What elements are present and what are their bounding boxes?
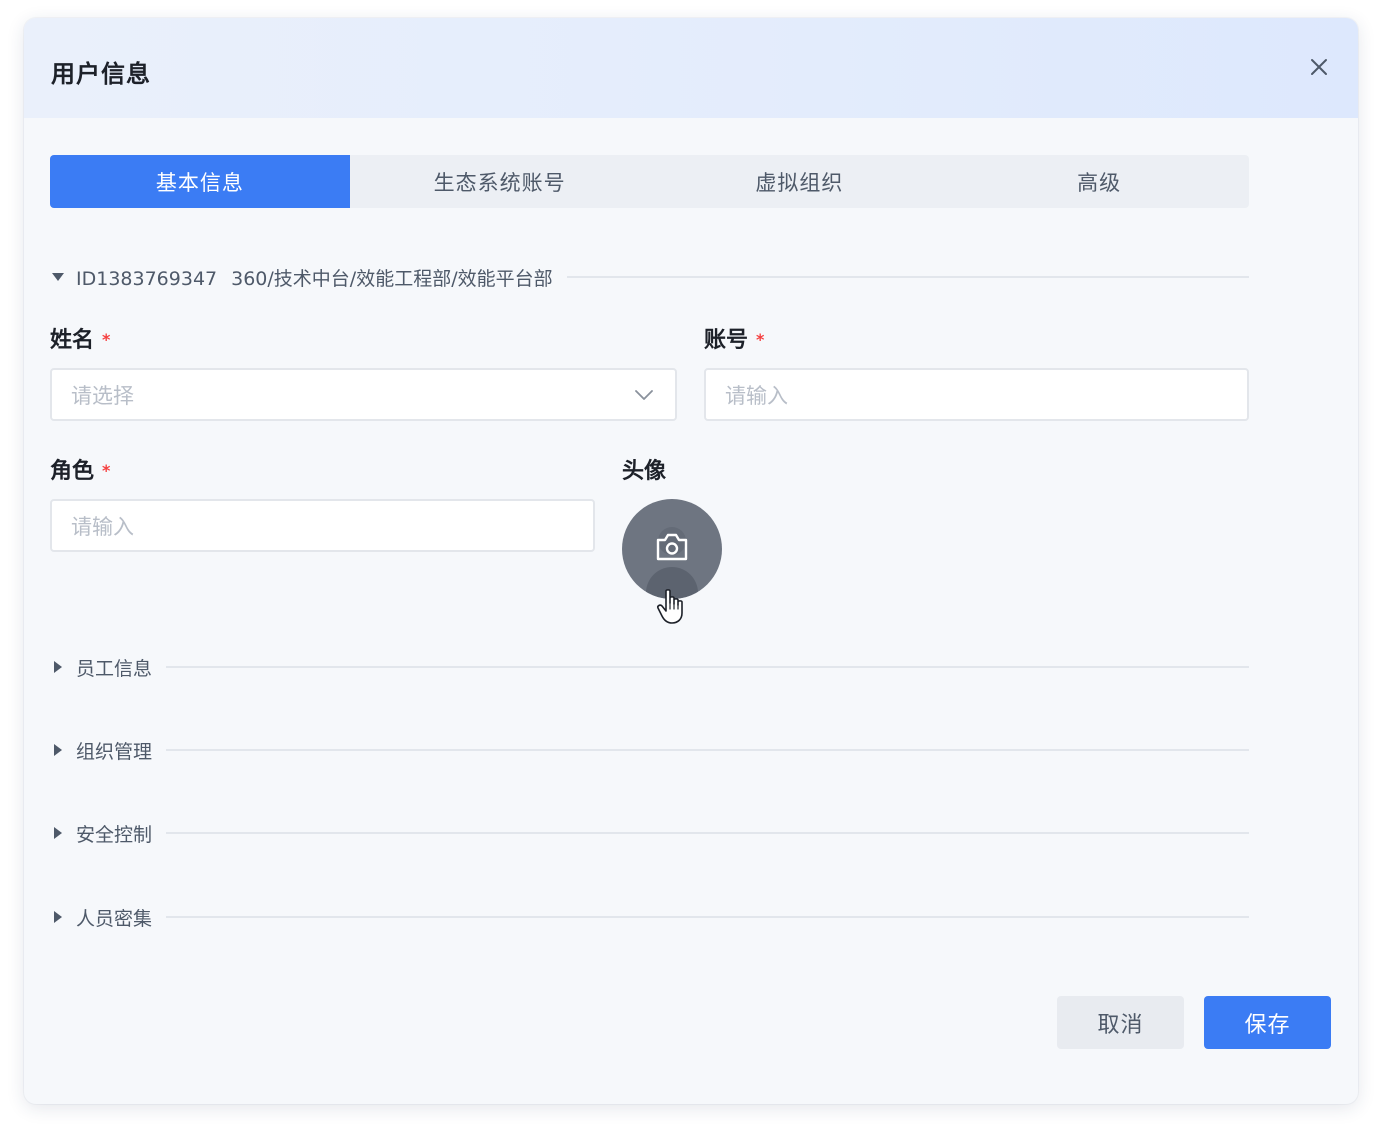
avatar-label: 头像 [622, 459, 667, 484]
caret-right-icon [54, 661, 62, 673]
chevron-down-icon [635, 389, 653, 400]
camera-icon [656, 533, 688, 561]
caret-right-icon [54, 827, 62, 839]
avatar-upload[interactable] [622, 499, 722, 599]
user-id: ID1383769347 [76, 267, 218, 290]
dialog-title: 用户信息 [51, 60, 151, 88]
role-input-placeholder: 请输入 [71, 514, 134, 539]
org-path: 360/技术中台/效能工程部/效能平台部 [231, 267, 553, 290]
role-label: 角色 * [50, 459, 111, 484]
tab-advanced[interactable]: 高级 [949, 155, 1249, 208]
account-label: 账号 * [704, 328, 765, 353]
tab-virtual-org[interactable]: 虚拟组织 [650, 155, 950, 208]
caret-right-icon [54, 744, 62, 756]
tab-basic-info[interactable]: 基本信息 [50, 155, 350, 208]
section-divider [166, 666, 1249, 668]
section-label: 组织管理 [76, 740, 153, 763]
section-divider [166, 916, 1249, 918]
required-mark: * [102, 330, 111, 349]
name-label: 姓名 * [50, 328, 111, 353]
close-icon[interactable] [1306, 54, 1332, 80]
name-select[interactable]: 请选择 [50, 368, 677, 421]
section-divider [566, 276, 1249, 278]
name-select-placeholder: 请选择 [71, 383, 134, 408]
section-label: 人员密集 [76, 907, 153, 930]
required-mark: * [102, 461, 111, 480]
tab-bar: 基本信息 生态系统账号 虚拟组织 高级 [50, 155, 1249, 208]
section-org-management[interactable]: 组织管理 [50, 738, 1249, 763]
section-employee-info[interactable]: 员工信息 [50, 655, 1249, 680]
section-divider [166, 832, 1249, 834]
section-basic-label: ID1383769347 360/技术中台/效能工程部/效能平台部 [76, 264, 553, 291]
caret-down-icon [52, 273, 64, 281]
role-input[interactable]: 请输入 [50, 499, 595, 552]
section-divider [166, 749, 1249, 751]
account-input-placeholder: 请输入 [725, 383, 788, 408]
caret-right-icon [54, 911, 62, 923]
cancel-button[interactable]: 取消 [1057, 996, 1184, 1049]
required-mark: * [756, 330, 765, 349]
section-personnel[interactable]: 人员密集 [50, 905, 1249, 930]
dialog-header: 用户信息 [24, 18, 1358, 118]
section-label: 安全控制 [76, 823, 153, 846]
section-security-control[interactable]: 安全控制 [50, 821, 1249, 846]
user-info-dialog: 用户信息 基本信息 生态系统账号 虚拟组织 高级 ID1383769347 360… [24, 18, 1358, 1104]
tab-ecosystem-account[interactable]: 生态系统账号 [350, 155, 650, 208]
save-button[interactable]: 保存 [1204, 996, 1331, 1049]
section-label: 员工信息 [76, 657, 153, 680]
account-input[interactable]: 请输入 [704, 368, 1249, 421]
hand-cursor-icon [657, 589, 683, 624]
section-basic-header[interactable]: ID1383769347 360/技术中台/效能工程部/效能平台部 [50, 264, 1249, 291]
